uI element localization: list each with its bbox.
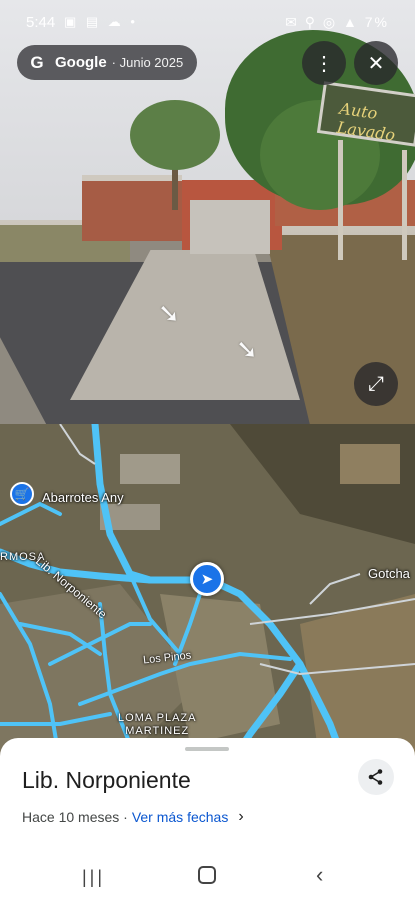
recent-apps-icon[interactable]: ||| <box>82 867 105 888</box>
system-status: ✉ ⚲ ◎ ▲ 7% <box>285 14 389 31</box>
home-icon[interactable] <box>198 866 216 884</box>
brand-name: Google <box>55 54 107 71</box>
navigate-arrow-icon[interactable]: ➘ <box>158 298 180 329</box>
notification-icons: ▣ ▤ ☁ • <box>64 14 138 29</box>
chevron-right-icon[interactable]: › <box>238 808 243 826</box>
battery-level: 7% <box>364 14 389 30</box>
system-icons: ✉ ⚲ ◎ ▲ <box>285 14 359 30</box>
drag-handle[interactable] <box>185 747 229 751</box>
imagery-info-pill[interactable]: G Google · Junio 2025 <box>17 45 198 80</box>
district-line-1: LOMA PLAZA <box>118 712 197 724</box>
more-options-button[interactable]: ⋮ <box>302 41 346 85</box>
close-button[interactable]: ✕ <box>354 41 398 85</box>
map-label-gotcha[interactable]: Gotcha <box>368 566 410 581</box>
more-dates-link[interactable]: Ver más fechas <box>132 809 229 825</box>
sign-pole-2 <box>402 150 407 260</box>
navigate-arrow-icon[interactable]: ➘ <box>236 334 258 365</box>
satellite-map[interactable]: 🛒 Abarrotes Any RMOSA Lib. Norponiente G… <box>0 424 415 764</box>
back-icon[interactable]: ‹ <box>316 862 323 888</box>
expand-button[interactable]: ⤢ <box>354 362 398 406</box>
sign-pole <box>338 140 343 260</box>
google-logo-icon: G <box>30 52 44 72</box>
map-label-district: LOMA PLAZA MARTINEZ <box>118 712 196 738</box>
gate <box>190 200 270 254</box>
district-line-2: MARTINEZ <box>125 725 190 737</box>
status-bar: 5:44 ▣ ▤ ☁ • ✉ ⚲ ◎ ▲ 7% <box>0 10 415 38</box>
imagery-age-row: Hace 10 meses · Ver más fechas › <box>22 808 244 826</box>
expand-icon: ⤢ <box>368 372 384 395</box>
imagery-age: Hace 10 meses · <box>22 809 128 825</box>
share-button[interactable] <box>358 759 394 795</box>
capture-date: · Junio 2025 <box>111 55 184 70</box>
share-icon <box>368 769 383 785</box>
palm-tree <box>130 100 220 170</box>
close-icon: ✕ <box>367 52 385 75</box>
map-label-shop[interactable]: Abarrotes Any <box>42 490 124 505</box>
place-title: Lib. Norponiente <box>22 767 191 793</box>
location-direction-icon[interactable]: ➤ <box>190 562 224 596</box>
more-vert-icon: ⋮ <box>314 52 334 75</box>
shopping-cart-icon[interactable]: 🛒 <box>10 482 34 506</box>
status-time: 5:44 <box>26 14 56 31</box>
brick-building <box>82 175 182 241</box>
system-nav-bar: ||| ‹ <box>0 854 415 900</box>
